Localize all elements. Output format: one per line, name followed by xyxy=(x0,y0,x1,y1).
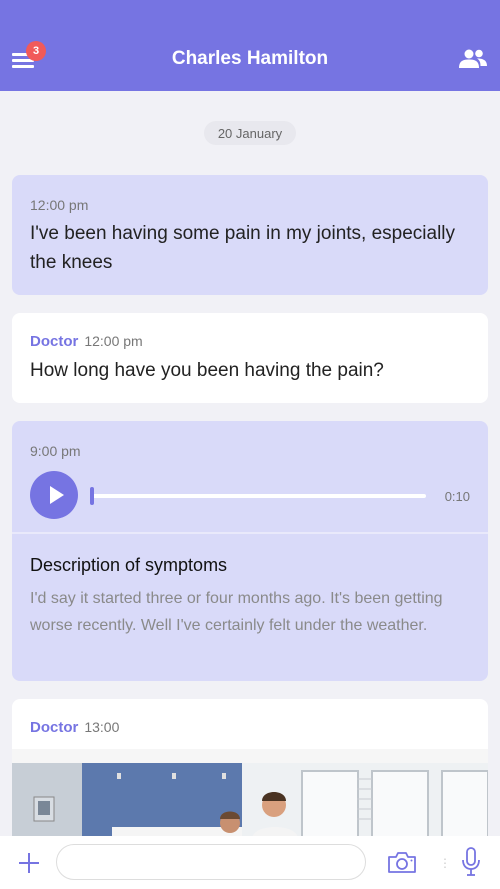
microphone-icon xyxy=(462,847,480,876)
camera-button[interactable] xyxy=(387,850,417,879)
people-icon xyxy=(459,49,487,68)
message-time: 12:00 pm xyxy=(30,197,89,213)
audio-progress-track[interactable] xyxy=(92,494,426,498)
message-text: How long have you been having the pain? xyxy=(30,360,384,381)
message-bubble-voice: 9:00 pm 0:10 Description of symptoms I'd… xyxy=(12,421,488,681)
separator-dots: ⋮ xyxy=(439,856,451,870)
message-photo[interactable] xyxy=(12,749,488,839)
play-button[interactable] xyxy=(30,471,78,519)
message-input[interactable] xyxy=(56,844,366,880)
chat-title: Charles Hamilton xyxy=(171,48,329,69)
mic-button[interactable] xyxy=(460,846,482,883)
divider xyxy=(12,532,488,534)
message-time: 13:00 xyxy=(84,719,120,735)
date-separator: 20 January xyxy=(204,121,296,145)
description-text: I'd say it started three or four months … xyxy=(30,590,443,634)
app-header: 3 Charles Hamilton xyxy=(0,0,500,91)
camera-icon xyxy=(388,852,416,873)
message-time: 9:00 pm xyxy=(30,443,81,459)
photo-image xyxy=(12,749,488,839)
message-time: 12:00 pm xyxy=(84,333,143,349)
people-button[interactable] xyxy=(458,48,488,70)
audio-duration: 0:10 xyxy=(444,489,470,504)
sender-name: Doctor xyxy=(30,719,79,736)
sender-name: Doctor xyxy=(30,333,79,350)
composer-bar: ⋮ xyxy=(0,836,500,889)
message-bubble-patient: 12:00 pm I've been having some pain in m… xyxy=(12,175,488,295)
description-title: Description of symptoms xyxy=(30,555,228,575)
message-bubble-doctor: Doctor 12:00 pm How long have you been ha… xyxy=(12,313,488,403)
message-bubble-doctor-image: Doctor 13:00 xyxy=(12,699,488,839)
audio-progress-thumb[interactable] xyxy=(90,487,94,505)
plus-icon[interactable] xyxy=(17,851,41,875)
message-text: I've been having some pain in my joints,… xyxy=(30,223,456,273)
